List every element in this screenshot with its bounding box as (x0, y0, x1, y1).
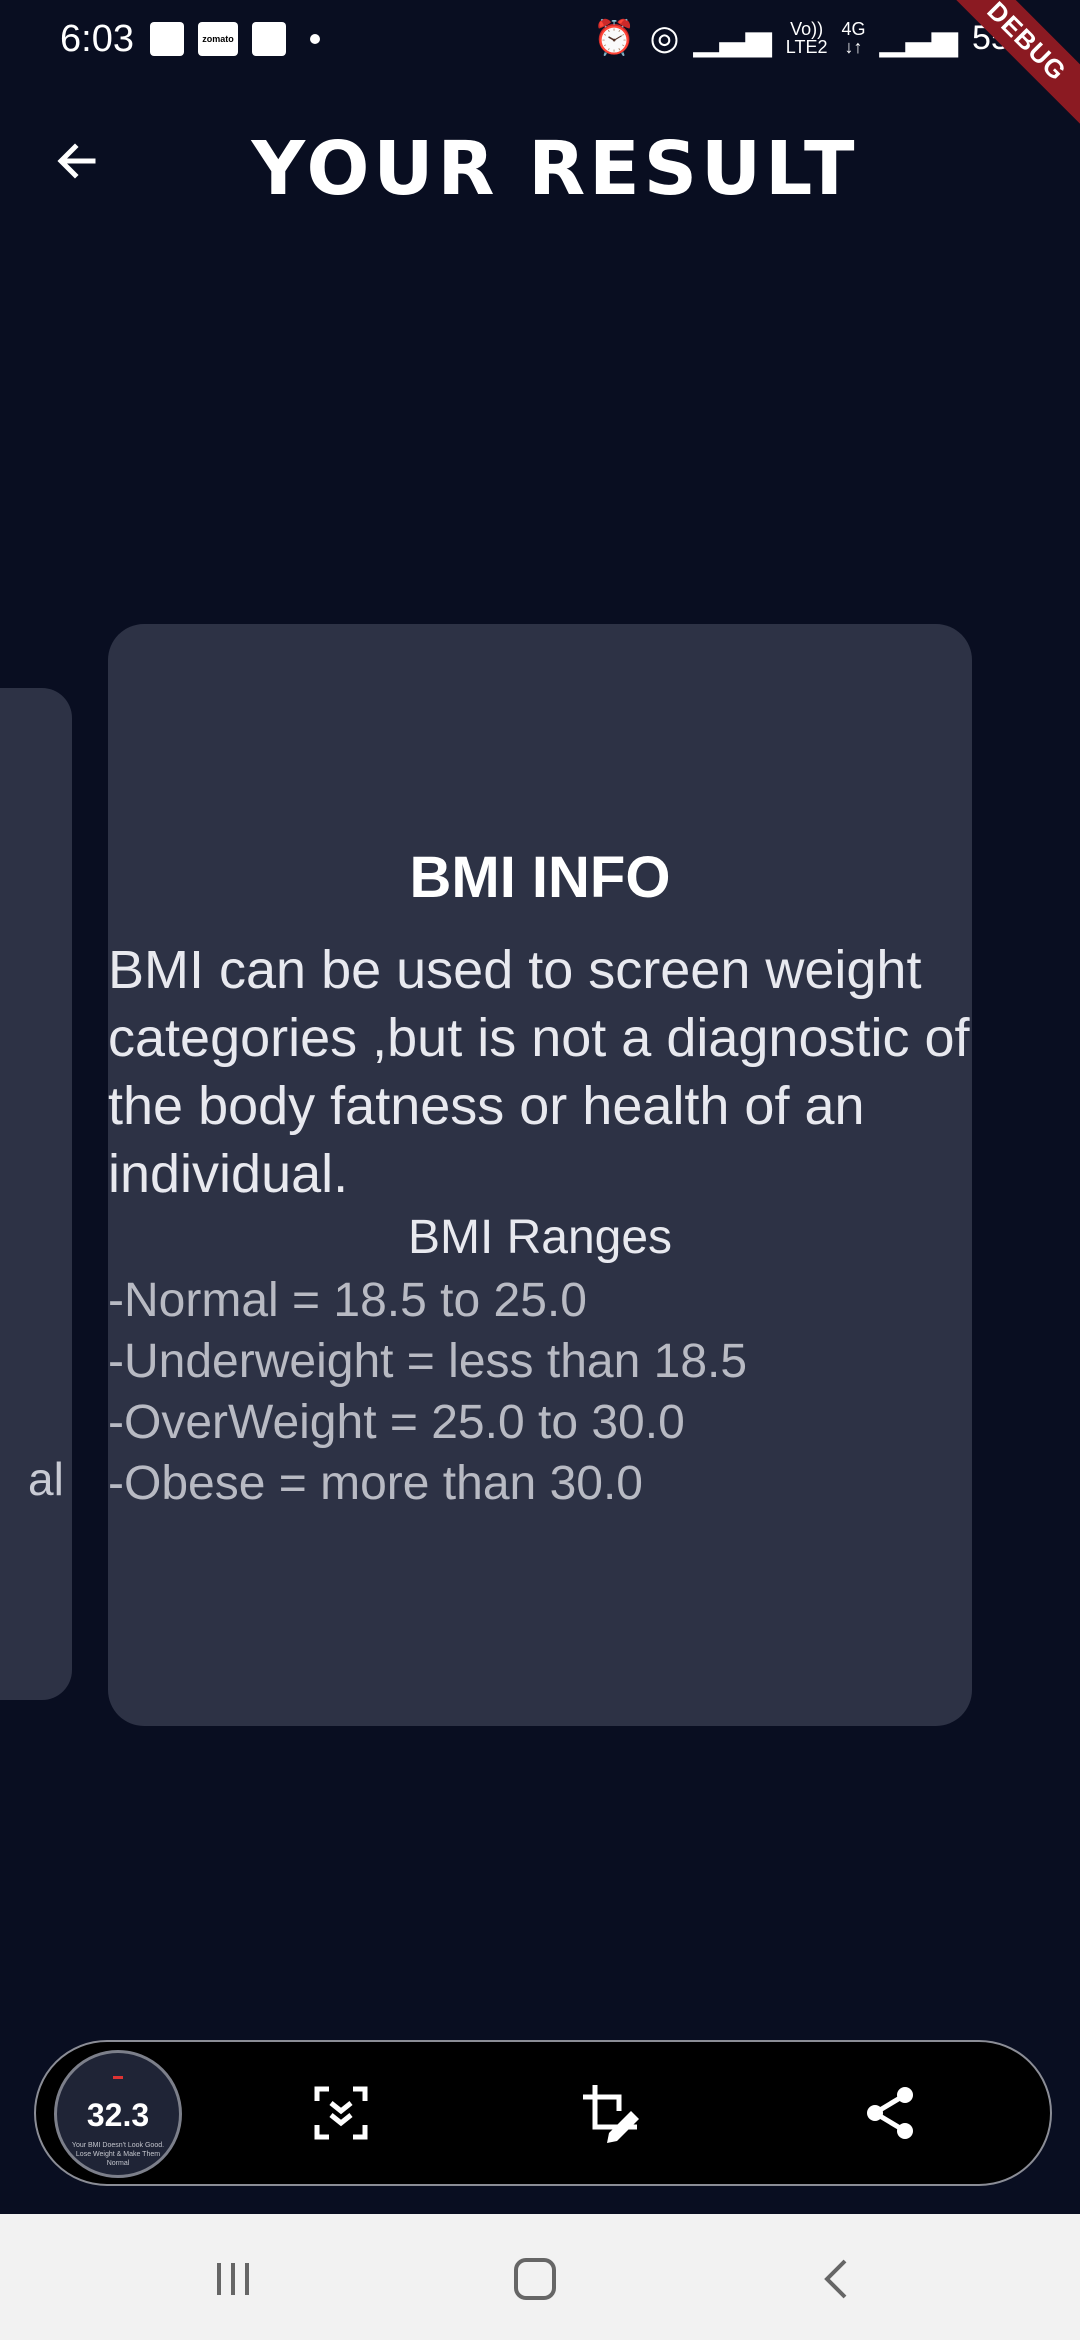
app-bar: YOUR RESULT (0, 86, 1080, 256)
network-label: 4G (841, 19, 866, 39)
lte-label: LTE2 (785, 37, 828, 57)
chevron-left-icon (824, 2259, 847, 2299)
range-obese: -Obese = more than 30.0 (108, 1457, 643, 1510)
notification-icons: zomato (150, 22, 320, 56)
previous-card-text: al (28, 1453, 64, 1505)
back-nav-button[interactable] (802, 2244, 872, 2314)
home-button[interactable] (500, 2244, 570, 2314)
status-time: 6:03 (60, 18, 134, 60)
more-notifications-dot (310, 34, 320, 44)
data-arrows-icon: ↓↑ (844, 37, 863, 57)
scroll-capture-button[interactable] (306, 2078, 376, 2148)
ranges-title: BMI Ranges (407, 1211, 673, 1264)
card-title: BMI INFO (409, 845, 671, 910)
gallery-icon (150, 22, 184, 56)
network-indicator: 4G ↓↑ (841, 20, 865, 56)
status-bar: 6:03 zomato ⏰ ◎ ▁▃▅ Vo)) LTE2 4G ↓↑ ▁▃▅ … (0, 0, 1080, 86)
screenshot-toolbar: ▬ 32.3 Your BMI Doesn't Look Good. Lose … (34, 2040, 1052, 2186)
discord-icon (252, 22, 286, 56)
share-button[interactable] (856, 2078, 926, 2148)
bmi-info-card: BMI INFO BMI can be used to screen weigh… (108, 624, 972, 1726)
thumb-accent: ▬ (113, 2071, 123, 2082)
share-icon (867, 2087, 913, 2139)
range-normal: -Normal = 18.5 to 25.0 (108, 1274, 587, 1327)
volte-indicator: Vo)) LTE2 (786, 20, 828, 56)
alarm-icon: ⏰ (593, 19, 636, 57)
scroll-capture-icon (314, 2086, 368, 2140)
thumb-value: 32.3 (86, 2097, 150, 2133)
ranges-list: -Normal = 18.5 to 25.0 -Underweight = le… (108, 1270, 747, 1514)
crop-edit-icon (583, 2085, 639, 2143)
range-overweight: -OverWeight = 25.0 to 30.0 (108, 1396, 685, 1449)
page-title: YOUR RESULT (251, 126, 859, 212)
hotspot-icon: ◎ (649, 19, 680, 57)
edit-button[interactable] (576, 2078, 646, 2148)
system-icons: ⏰ ◎ ▁▃▅ Vo)) LTE2 4G ↓↑ ▁▃▅ 55% (593, 18, 1040, 58)
recents-button[interactable] (198, 2244, 268, 2314)
range-underweight: -Underweight = less than 18.5 (108, 1335, 748, 1388)
screenshot-thumbnail[interactable]: ▬ 32.3 Your BMI Doesn't Look Good. Lose … (54, 2050, 182, 2178)
recents-icon (217, 2263, 249, 2295)
navigation-bar (0, 2214, 1080, 2340)
signal-icon-2: ▁▃▅ (879, 19, 958, 57)
zomato-icon: zomato (198, 22, 238, 56)
home-icon (514, 2258, 556, 2300)
signal-icon: ▁▃▅ (693, 19, 772, 57)
volte-label: Vo)) (790, 19, 824, 39)
thumb-caption: Your BMI Doesn't Look Good. Lose Weight … (71, 2142, 165, 2167)
card-description: BMI can be used to screen weight categor… (108, 940, 970, 1204)
previous-card[interactable] (0, 688, 72, 1700)
